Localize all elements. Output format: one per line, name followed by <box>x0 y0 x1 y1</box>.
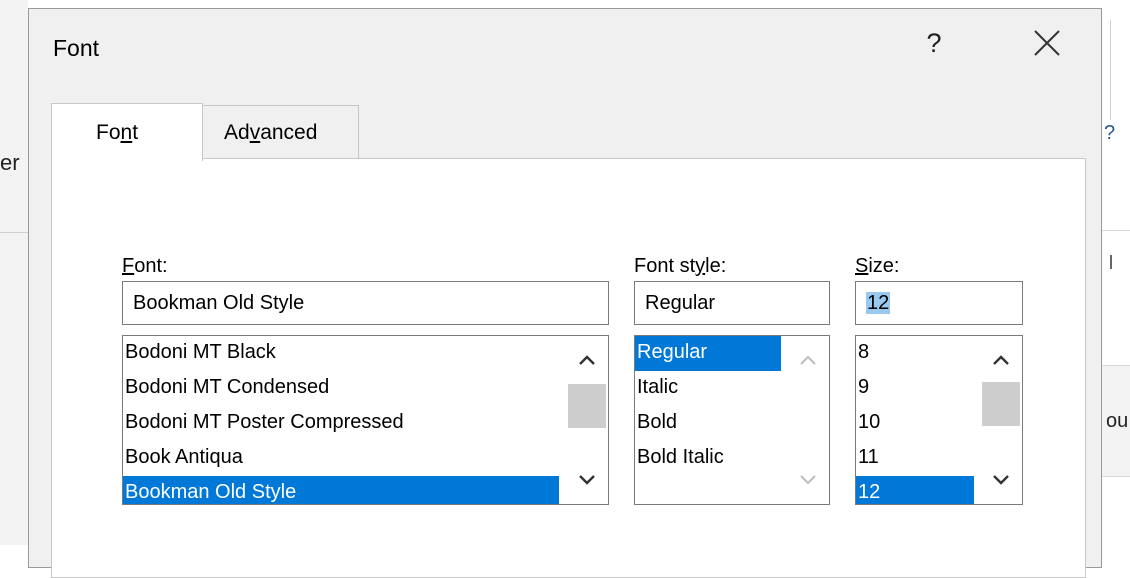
style-list-item[interactable]: Bold <box>635 406 781 441</box>
font-label-mnemonic: F <box>122 255 135 277</box>
tab-advanced-mnemonic: v <box>249 121 261 144</box>
chevron-down-icon <box>800 475 816 485</box>
background-tick-right <box>1110 255 1112 269</box>
background-divider-right-2 <box>1102 230 1130 231</box>
style-list-item[interactable]: Italic <box>635 371 781 406</box>
dialog-title: Font <box>53 35 100 61</box>
size-list-item[interactable]: 10 <box>856 406 974 441</box>
font-list-scrollbar[interactable] <box>566 336 608 504</box>
chevron-up-icon <box>993 355 1009 365</box>
tab-advanced-label-end: anced <box>260 121 318 144</box>
font-style-label-end: le: <box>705 255 727 277</box>
font-name-input[interactable]: Bookman Old Style <box>122 281 609 325</box>
font-style-label-mnemonic: y <box>695 255 706 277</box>
font-label: Font: <box>122 255 168 278</box>
size-input-selected-text: 12 <box>866 292 891 314</box>
size-list-scroll-up[interactable] <box>980 342 1022 378</box>
size-list-scroll-down[interactable] <box>980 462 1022 498</box>
style-list-scrollbar[interactable] <box>787 336 829 504</box>
size-list-scrollbar[interactable] <box>980 336 1022 504</box>
font-list-item[interactable]: Book Antiqua <box>123 441 559 476</box>
font-name-list[interactable]: Bodoni MT Black Bodoni MT Condensed Bodoni… <box>122 335 609 505</box>
background-text-left: er <box>0 150 20 175</box>
tab-advanced-label: Ad <box>224 121 250 144</box>
background-divider-right <box>1110 20 1111 120</box>
font-list-scroll-up[interactable] <box>566 342 608 378</box>
font-list-scroll-down[interactable] <box>566 462 608 498</box>
font-style-input[interactable]: Regular <box>634 281 830 325</box>
close-icon <box>1034 30 1060 56</box>
tab-font-label-end: t <box>132 121 139 144</box>
size-list-scroll-thumb[interactable] <box>982 382 1020 426</box>
font-tab-panel: Font: Bookman Old Style Bodoni MT Black B… <box>51 158 1086 578</box>
size-label-text: ize: <box>868 255 900 277</box>
size-list-item[interactable]: 9 <box>856 371 974 406</box>
close-button[interactable] <box>1025 21 1069 65</box>
chevron-up-icon <box>579 355 595 365</box>
background-text-right: ou <box>1106 410 1129 432</box>
tab-font[interactable]: Font <box>51 103 203 161</box>
chevron-down-icon <box>579 475 595 485</box>
background-app-left <box>0 0 28 545</box>
style-list-item[interactable]: Bold Italic <box>635 441 781 476</box>
font-label-text: ont: <box>134 255 168 277</box>
font-style-label-text: Font st <box>634 255 696 277</box>
font-dialog: Font ? Font Advanced Font: Bookman Old S… <box>28 8 1102 578</box>
font-list-scroll-thumb[interactable] <box>568 384 606 428</box>
tab-font-label: Fo <box>96 121 121 144</box>
help-button[interactable]: ? <box>917 21 951 65</box>
font-list-item[interactable]: Bodoni MT Poster Compressed <box>123 406 559 441</box>
font-list-item[interactable]: Bookman Old Style <box>123 476 559 504</box>
font-list-item[interactable]: Bodoni MT Black <box>123 336 559 371</box>
style-list-item[interactable]: Regular <box>635 336 781 371</box>
background-help-icon: ? <box>1104 122 1116 144</box>
font-style-label: Font style: <box>634 255 726 278</box>
tab-font-mnemonic: n <box>120 121 133 144</box>
style-list-scroll-down[interactable] <box>787 462 829 498</box>
tab-advanced[interactable]: Advanced <box>203 105 359 159</box>
font-list-item[interactable]: Bodoni MT Condensed <box>123 371 559 406</box>
style-list-scroll-up[interactable] <box>787 342 829 378</box>
size-label: Size: <box>855 255 899 278</box>
size-list-item[interactable]: 8 <box>856 336 974 371</box>
chevron-down-icon <box>993 475 1009 485</box>
size-list-item[interactable]: 11 <box>856 441 974 476</box>
size-list-item[interactable]: 12 <box>856 476 974 504</box>
chevron-up-icon <box>800 355 816 365</box>
size-list[interactable]: 8 9 10 11 12 <box>855 335 1023 505</box>
font-list-items: Bodoni MT Black Bodoni MT Condensed Bodoni… <box>123 336 608 504</box>
size-input[interactable]: 12 <box>855 281 1023 325</box>
background-divider <box>0 232 28 233</box>
font-style-list[interactable]: Regular Italic Bold Bold Italic <box>634 335 830 505</box>
size-label-mnemonic: S <box>855 255 869 277</box>
